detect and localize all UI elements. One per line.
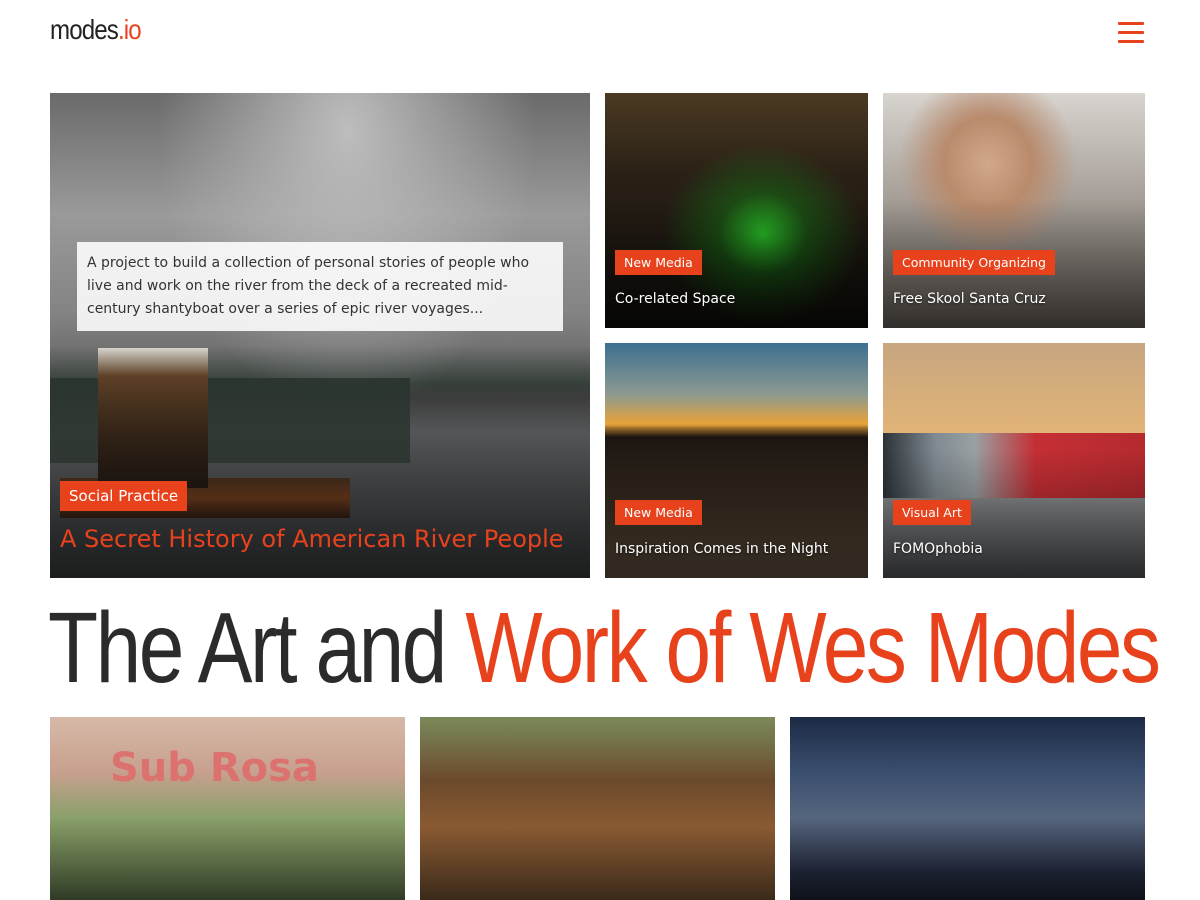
project-title[interactable]: Inspiration Comes in the Night	[615, 541, 828, 557]
logo-main-text: modes	[50, 14, 119, 45]
night-sky-photo	[790, 717, 1145, 900]
project-tile-inspiration[interactable]: New Media Inspiration Comes in the Night	[605, 343, 868, 578]
wooden-shack-photo	[420, 717, 775, 900]
logo-tld-text: .io	[117, 14, 142, 45]
featured-category-badge[interactable]: Social Practice	[60, 481, 188, 511]
project-title[interactable]: Free Skool Santa Cruz	[893, 291, 1046, 307]
category-badge[interactable]: Community Organizing	[893, 250, 1055, 275]
project-tile-night-sky[interactable]	[790, 717, 1145, 900]
headline-part2: Work of Wes Modes	[465, 592, 1161, 704]
page-headline: The Art and Work of Wes Modes	[48, 588, 1161, 708]
headline-part1: The Art and	[48, 592, 466, 704]
category-badge[interactable]: New Media	[615, 250, 702, 275]
site-logo[interactable]: modes.io	[50, 14, 142, 46]
category-badge[interactable]: New Media	[615, 500, 702, 525]
project-title[interactable]: Co-related Space	[615, 291, 735, 307]
project-tile-corelated-space[interactable]: New Media Co-related Space	[605, 93, 868, 328]
sub-rosa-sign: Sub Rosa	[110, 745, 319, 791]
project-title[interactable]: FOMOphobia	[893, 541, 983, 557]
category-badge[interactable]: Visual Art	[893, 500, 971, 525]
featured-description: A project to build a collection of perso…	[77, 242, 563, 331]
project-tile-sub-rosa[interactable]: Sub Rosa	[50, 717, 405, 900]
featured-project-tile[interactable]: Social Practice A Secret History of Amer…	[50, 93, 590, 578]
project-tile-fomophobia[interactable]: Visual Art FOMOphobia	[883, 343, 1145, 578]
featured-title[interactable]: A Secret History of American River Peopl…	[60, 525, 564, 553]
hamburger-menu-icon[interactable]	[1118, 22, 1144, 44]
project-tile-free-skool[interactable]: Community Organizing Free Skool Santa Cr…	[883, 93, 1145, 328]
project-tile-shack[interactable]	[420, 717, 775, 900]
